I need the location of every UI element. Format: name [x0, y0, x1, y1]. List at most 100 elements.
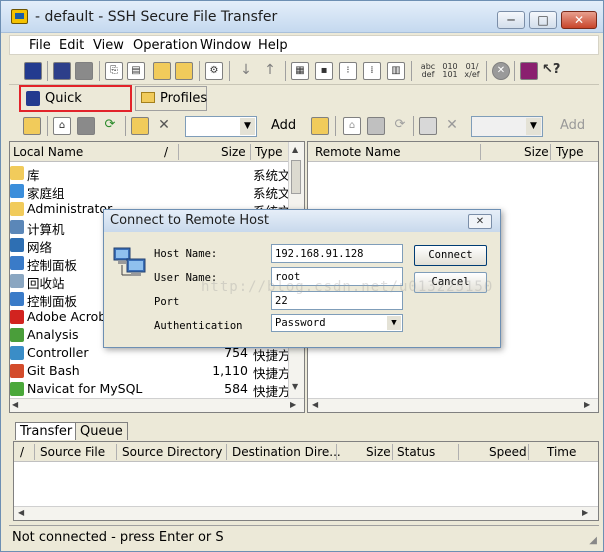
scroll-right-arrow-icon[interactable]: ▶	[584, 400, 590, 409]
menu-window[interactable]: Window	[200, 38, 251, 53]
list-item[interactable]: Navicat for MySQL 584 快捷方式	[10, 380, 290, 398]
desktop-icon[interactable]	[77, 117, 95, 135]
connect-icon[interactable]	[53, 62, 71, 80]
sort-indicator: /	[164, 145, 169, 159]
column-local-name[interactable]: Local Name	[13, 145, 83, 159]
view-icon[interactable]: ▦	[291, 62, 309, 80]
download-icon[interactable]: ↓	[237, 62, 255, 80]
remote-toolbar: ⌂ ⟳ ✕ Add	[305, 114, 599, 140]
maximize-button[interactable]: □	[529, 11, 557, 29]
column-status[interactable]: Status	[397, 445, 435, 459]
list-item[interactable]: Git Bash1,110快捷方式	[10, 362, 290, 381]
resize-grip-icon[interactable]: ◢	[589, 535, 597, 546]
up-folder-icon[interactable]	[23, 117, 41, 135]
remote-path-combo[interactable]	[471, 116, 543, 137]
column-speed[interactable]: Speed	[489, 445, 527, 459]
scroll-left-arrow-icon[interactable]: ◀	[312, 400, 318, 409]
copy-icon[interactable]: ⎘	[105, 62, 123, 80]
column-destination-directory[interactable]: Destination Dire...	[232, 445, 341, 459]
column-type[interactable]: Type	[255, 145, 283, 159]
column-time[interactable]: Time	[547, 445, 576, 459]
auto-icon[interactable]: 01/ x/ef	[462, 62, 482, 80]
paste-icon[interactable]: ▤	[127, 62, 145, 80]
home-icon[interactable]: ⌂	[53, 117, 71, 135]
scroll-down-arrow-icon[interactable]: ▼	[292, 382, 298, 391]
menu-edit[interactable]: Edit	[59, 38, 84, 53]
scroll-left-arrow-icon[interactable]: ◀	[18, 508, 24, 517]
dialog-close-button[interactable]: ✕	[468, 214, 492, 229]
tab-transfer[interactable]: Transfer	[15, 422, 78, 440]
new-folder-icon[interactable]	[131, 117, 149, 135]
local-path-combo[interactable]	[185, 116, 257, 137]
column-remote-name[interactable]: Remote Name	[315, 145, 401, 159]
column-source-directory[interactable]: Source Directory	[122, 445, 222, 459]
cancel-button[interactable]: Cancel	[414, 272, 487, 293]
scroll-up-arrow-icon[interactable]: ▲	[292, 145, 298, 154]
profiles-button[interactable]: Profiles	[135, 86, 207, 111]
transfer-horizontal-scrollbar[interactable]: ◀ ▶	[14, 506, 598, 520]
user-name-input[interactable]	[271, 267, 403, 286]
column-type[interactable]: Type	[556, 145, 584, 159]
remote-add-button[interactable]: Add	[560, 118, 585, 133]
authentication-select[interactable]: Password	[271, 314, 403, 332]
home-icon[interactable]: ⌂	[343, 117, 361, 135]
up-folder-icon[interactable]	[311, 117, 329, 135]
file-name: Git Bash	[27, 363, 80, 378]
delete-icon[interactable]: ✕	[443, 117, 461, 135]
quick-connect-button[interactable]: Quick Connect	[19, 85, 132, 129]
desktop-icon[interactable]	[367, 117, 385, 135]
main-toolbar: ⎘ ▤ ⚙ ↓ ↑ ▦ ▪ ⁝ ⁞ ▥ abc def 010 101 01/ …	[9, 57, 599, 85]
close-button[interactable]: ✕	[561, 11, 597, 29]
delete-icon[interactable]: ✕	[155, 117, 173, 135]
quick-connect-icon	[26, 91, 40, 106]
list-item[interactable]: 库系统文件夹	[10, 164, 290, 183]
scroll-thumb[interactable]	[291, 160, 301, 194]
menu-operation[interactable]: Operation	[133, 38, 198, 53]
binary-icon[interactable]: 010 101	[439, 62, 461, 80]
column-size[interactable]: Size	[221, 145, 246, 159]
stop-icon[interactable]: ✕	[492, 62, 510, 80]
list-item[interactable]: 家庭组系统文件夹	[10, 182, 290, 201]
control-panel-icon	[10, 256, 24, 270]
authentication-label: Authentication	[154, 320, 243, 332]
column-separator	[178, 144, 179, 160]
refresh-icon[interactable]: ⟳	[391, 117, 409, 135]
connect-button[interactable]: Connect	[414, 245, 487, 266]
refresh-icon[interactable]: ⟳	[101, 117, 119, 135]
host-name-input[interactable]	[271, 244, 403, 263]
column-source-file[interactable]: Source File	[40, 445, 105, 459]
grid-icon[interactable]: ⁞	[363, 62, 381, 80]
settings-icon[interactable]: ⚙	[205, 62, 223, 80]
menu-file[interactable]: File	[29, 38, 51, 53]
dialog-title-bar[interactable]: Connect to Remote Host ✕	[104, 210, 500, 232]
local-add-button[interactable]: Add	[271, 118, 296, 133]
whats-this-icon[interactable]: ↖?	[542, 62, 560, 80]
help-book-icon[interactable]	[520, 62, 538, 80]
details-icon[interactable]: ▪	[315, 62, 333, 80]
scroll-right-arrow-icon[interactable]: ▶	[582, 508, 588, 517]
column-size[interactable]: Size	[366, 445, 391, 459]
transfer-list: / Source File Source Directory Destinati…	[13, 441, 599, 521]
menu-help[interactable]: Help	[258, 38, 288, 53]
table-icon[interactable]: ▥	[387, 62, 405, 80]
menu-view[interactable]: View	[93, 38, 124, 53]
scroll-right-arrow-icon[interactable]: ▶	[290, 400, 296, 409]
tab-queue[interactable]: Queue	[75, 422, 128, 440]
remote-horizontal-scrollbar[interactable]: ◀ ▶	[308, 398, 598, 412]
list-icon[interactable]: ⁝	[339, 62, 357, 80]
column-size[interactable]: Size	[524, 145, 549, 159]
new-folder-icon[interactable]	[153, 62, 171, 80]
new-folder-icon[interactable]	[419, 117, 437, 135]
scroll-left-arrow-icon[interactable]: ◀	[12, 400, 18, 409]
save-icon[interactable]	[24, 62, 42, 80]
title-bar[interactable]: - default - SSH Secure File Transfer ─ □…	[1, 1, 603, 33]
open-folder-icon[interactable]	[175, 62, 193, 80]
local-horizontal-scrollbar[interactable]: ◀ ▶	[10, 398, 304, 412]
upload-icon[interactable]: ↑	[261, 62, 279, 80]
disconnect-icon[interactable]	[75, 62, 93, 80]
git-bash-icon	[10, 364, 24, 378]
port-input[interactable]	[271, 291, 403, 310]
column-separator	[528, 444, 529, 460]
minimize-button[interactable]: ─	[497, 11, 525, 29]
ascii-icon[interactable]: abc def	[417, 62, 439, 80]
